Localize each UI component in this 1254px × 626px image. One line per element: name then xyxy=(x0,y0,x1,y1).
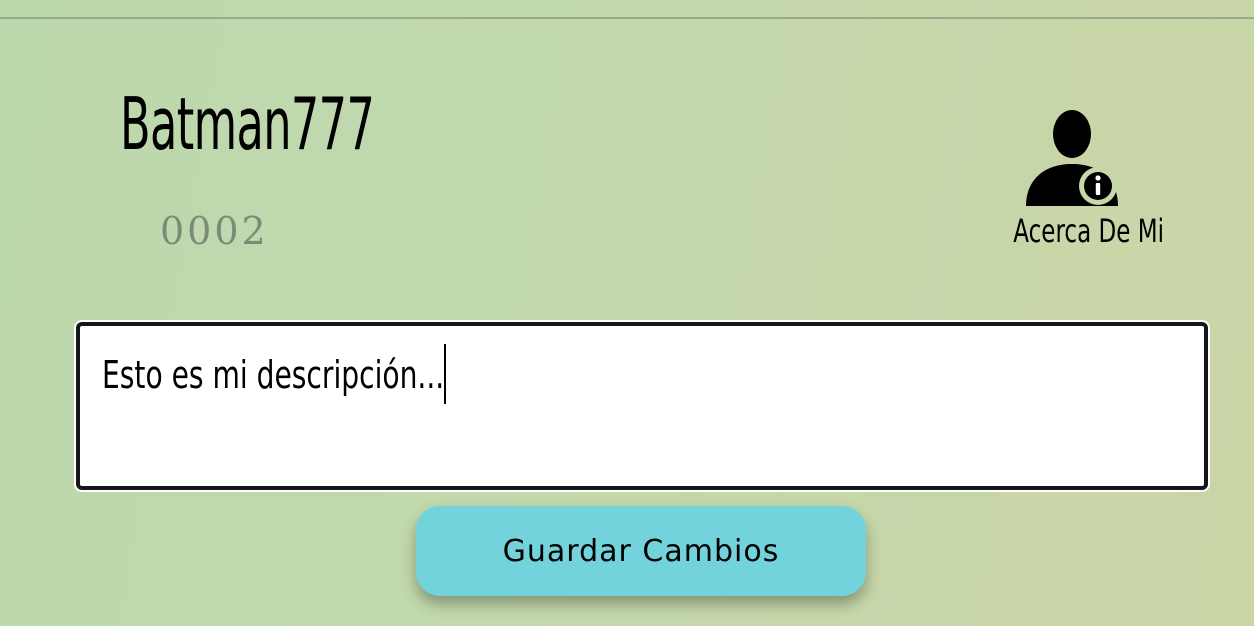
save-changes-button[interactable]: Guardar Cambios xyxy=(416,506,866,596)
profile-username: Batman777 xyxy=(120,82,375,166)
top-divider xyxy=(0,17,1254,19)
text-cursor xyxy=(444,344,446,404)
about-me-label: Acerca De Mi xyxy=(1013,212,1165,250)
description-textarea[interactable]: Esto es mi descripción... xyxy=(76,322,1208,490)
about-me-button[interactable]: Acerca De Mi xyxy=(990,100,1165,260)
user-info-icon xyxy=(1026,110,1118,206)
profile-user-code: 0002 xyxy=(160,209,269,253)
description-text[interactable]: Esto es mi descripción... xyxy=(102,356,444,394)
